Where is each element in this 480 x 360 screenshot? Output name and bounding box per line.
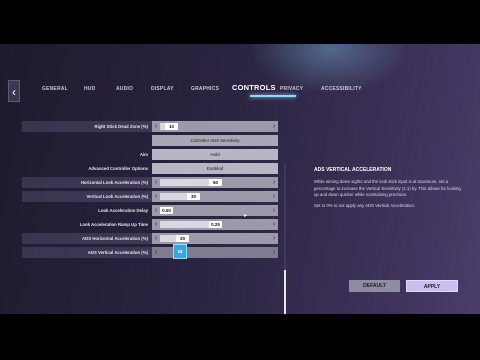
scrollbar-thumb[interactable] xyxy=(284,270,286,314)
decrease-arrow-icon[interactable]: ‹ xyxy=(152,177,160,188)
tab-hud[interactable]: HUD xyxy=(84,86,95,92)
increase-arrow-icon[interactable]: › xyxy=(270,233,278,244)
info-title: ADS VERTICAL ACCELERATION xyxy=(314,167,392,173)
setting-aim: Aim Hold xyxy=(22,149,280,160)
setting-look-acceleration-delay: Look Acceleration Delay ‹ 0.00 › xyxy=(22,205,280,216)
advanced-controller-options-selector[interactable]: Enabled xyxy=(152,163,278,174)
vertical-look-acceleration-slider[interactable]: ‹ 30 › xyxy=(152,191,278,202)
setting-label: Right Stick Dead Zone (%) xyxy=(22,121,152,132)
chevron-left-icon: ‹ xyxy=(12,85,16,99)
slider-value: 0.00 xyxy=(160,207,173,214)
tab-graphics[interactable]: GRAPHICS xyxy=(191,86,219,92)
setting-horizontal-look-acceleration: Horizontal Look Acceleration (%) ‹ 50 › xyxy=(22,177,280,188)
setting-look-acceleration-ramp-up-time: Look Acceleration Ramp Up Time ‹ 0.25 › xyxy=(22,219,280,230)
controller-ads-sensitivity-button[interactable]: Controller ADS Sensitivity xyxy=(152,135,278,146)
ads-vertical-acceleration-slider[interactable]: ‹ 15 › xyxy=(152,244,278,259)
setting-label: Aim xyxy=(139,152,148,157)
look-acceleration-delay-slider[interactable]: ‹ 0.00 › xyxy=(152,205,278,216)
tab-privacy[interactable]: PRIVACY xyxy=(280,86,303,92)
setting-label: Look Acceleration Ramp Up Time xyxy=(79,222,148,227)
tab-general[interactable]: GENERAL xyxy=(42,86,68,92)
setting-ads-horizontal-acceleration: ADS Horizontal Acceleration (%) ‹ 20 › xyxy=(22,233,280,244)
increase-arrow-icon[interactable]: › xyxy=(270,177,278,188)
decrease-arrow-icon[interactable]: ‹ xyxy=(152,219,160,230)
setting-label: Look Acceleration Delay xyxy=(98,208,148,213)
selector-value: Hold xyxy=(210,152,220,157)
increase-arrow-icon[interactable]: › xyxy=(270,219,278,230)
setting-advanced-controller-options: Advanced Controller Options Enabled xyxy=(22,163,280,174)
decrease-arrow-icon[interactable]: ‹ xyxy=(152,233,160,244)
ads-horizontal-acceleration-slider[interactable]: ‹ 20 › xyxy=(152,233,278,244)
slider-value: 30 xyxy=(187,193,200,200)
tab-accessibility[interactable]: ACCESSIBILITY xyxy=(321,86,362,92)
increase-arrow-icon[interactable]: › xyxy=(270,121,278,132)
info-description: While aiming down sights and the look st… xyxy=(314,179,461,198)
setting-label: Advanced Controller Options xyxy=(88,166,148,171)
setting-label: ADS Horizontal Acceleration (%) xyxy=(22,233,152,244)
active-tab-indicator xyxy=(250,95,296,97)
slider-fill xyxy=(160,179,215,186)
settings-screen: ‹ GENERAL HUD AUDIO DISPLAY GRAPHICS CON… xyxy=(0,44,480,314)
increase-arrow-icon[interactable]: › xyxy=(270,205,278,216)
info-panel: ADS VERTICAL ACCELERATION While aiming d… xyxy=(314,167,464,213)
back-button[interactable]: ‹ xyxy=(8,80,20,102)
setting-ads-vertical-acceleration: ADS Vertical Acceleration (%) ‹ 15 › xyxy=(22,244,280,259)
setting-label: Horizontal Look Acceleration (%) xyxy=(22,177,152,188)
setting-right-stick-dead-zone: Right Stick Dead Zone (%) ‹ 10 › xyxy=(22,121,280,132)
right-stick-dead-zone-slider[interactable]: ‹ 10 › xyxy=(152,121,278,132)
look-acceleration-ramp-up-time-slider[interactable]: ‹ 0.25 › xyxy=(152,219,278,230)
apply-button[interactable]: APPLY xyxy=(406,280,458,292)
info-note: Set to 0% to not apply any ADS Vertical … xyxy=(314,202,416,208)
setting-label: ADS Vertical Acceleration (%) xyxy=(22,247,152,258)
mouse-cursor-icon: ▸ xyxy=(244,213,248,219)
setting-vertical-look-acceleration: Vertical Look Acceleration (%) ‹ 30 › xyxy=(22,191,280,202)
slider-value: 20 xyxy=(176,235,189,242)
decrease-arrow-icon[interactable]: ‹ xyxy=(152,121,160,132)
decrease-arrow-icon[interactable]: ‹ xyxy=(152,191,160,202)
slider-fill xyxy=(160,221,215,228)
aim-selector[interactable]: Hold xyxy=(152,149,278,160)
tab-audio[interactable]: AUDIO xyxy=(116,86,133,92)
slider-value: 10 xyxy=(165,123,178,130)
selector-value: Enabled xyxy=(206,166,224,171)
increase-arrow-icon[interactable]: › xyxy=(270,247,278,258)
decrease-arrow-icon[interactable]: ‹ xyxy=(152,247,160,258)
setting-label: Vertical Look Acceleration (%) xyxy=(22,191,152,202)
decrease-arrow-icon[interactable]: ‹ xyxy=(152,205,160,216)
default-button[interactable]: DEFAULT xyxy=(349,280,400,292)
tab-display[interactable]: DISPLAY xyxy=(151,86,174,92)
settings-tabs: GENERAL HUD AUDIO DISPLAY GRAPHICS CONTR… xyxy=(28,80,368,102)
horizontal-look-acceleration-slider[interactable]: ‹ 50 › xyxy=(152,177,278,188)
slider-value: 0.25 xyxy=(209,221,222,228)
slider-value: 50 xyxy=(209,179,222,186)
increase-arrow-icon[interactable]: › xyxy=(270,191,278,202)
slider-thumb[interactable]: 15 xyxy=(173,244,187,259)
tab-controls[interactable]: CONTROLS xyxy=(232,83,276,92)
